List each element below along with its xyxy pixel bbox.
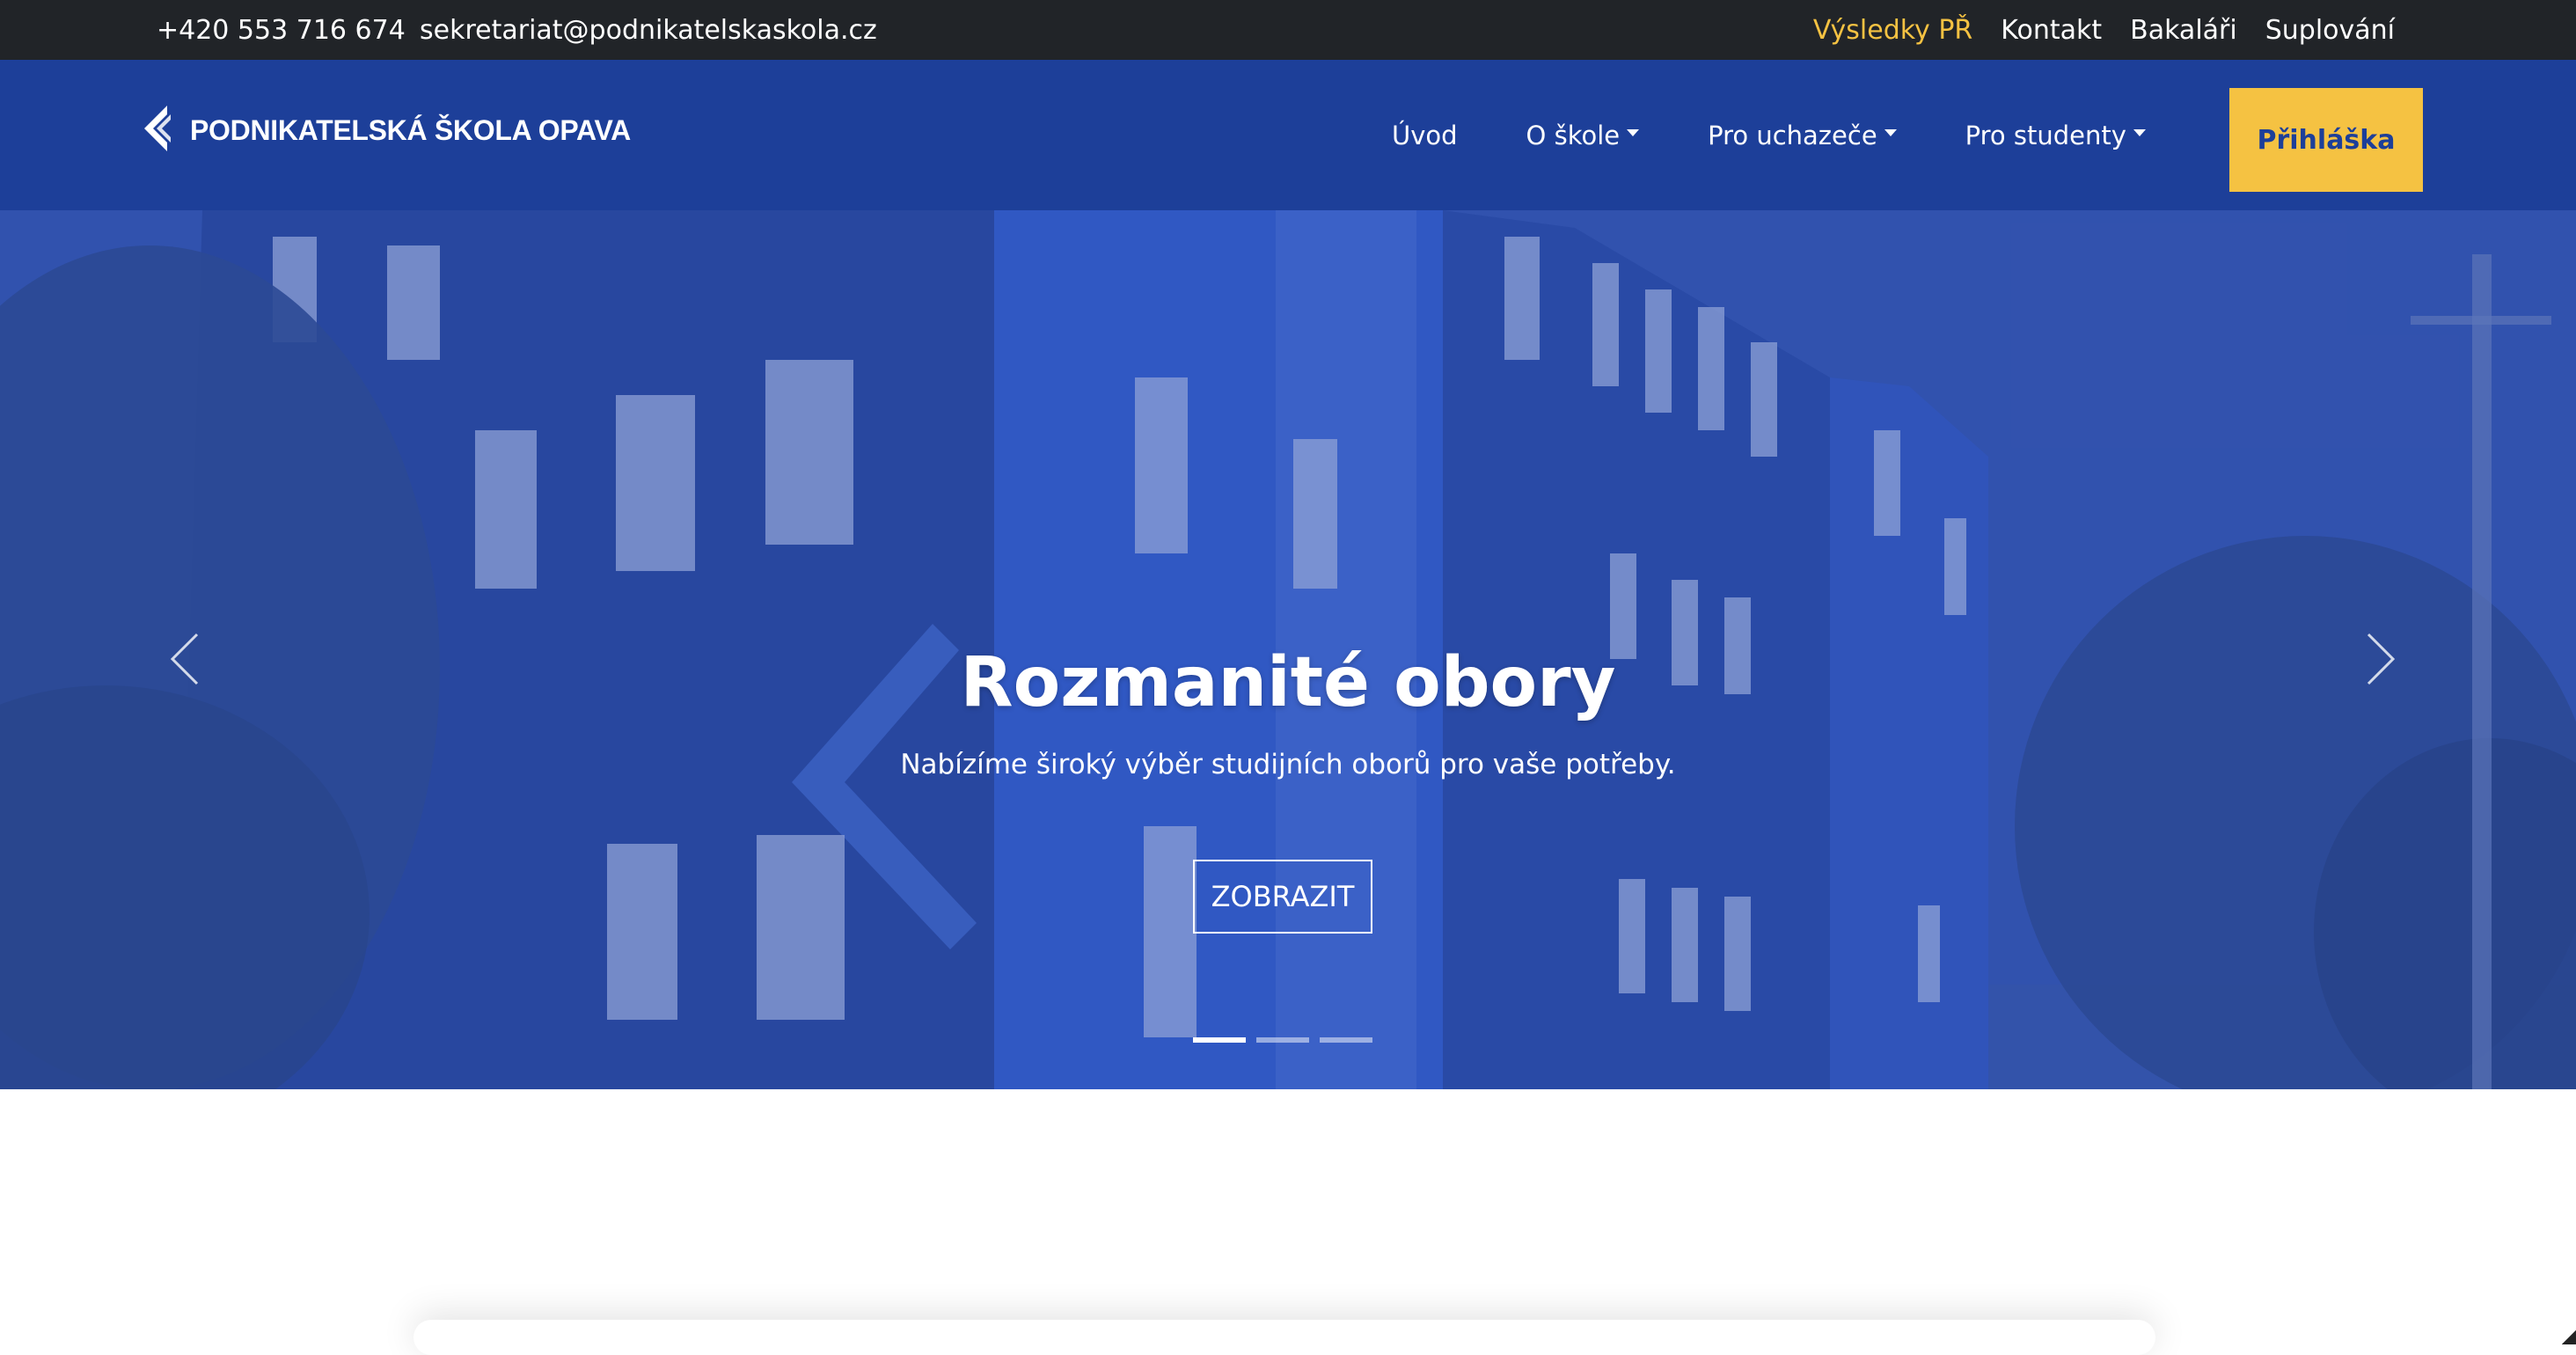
caret-down-icon (1627, 128, 1640, 136)
nav-item-o-skole[interactable]: O škole (1526, 121, 1640, 150)
caret-down-icon (1884, 128, 1897, 136)
nav-item-label: O škole (1526, 120, 1621, 150)
content-card-top (413, 1320, 2155, 1355)
top-contact-bar: +420 553 716 674 sekretariat@podnikatels… (0, 0, 2576, 60)
hero-title: Rozmanité obory (960, 643, 1616, 722)
top-link-kontakt[interactable]: Kontakt (2001, 15, 2102, 46)
hero-carousel: Rozmanité obory Nabízíme široký výběr st… (0, 210, 2576, 1089)
logo-text: PODNIKATELSKÁ ŠKOLA OPAVA (190, 114, 631, 146)
window-corner (2562, 1330, 2576, 1344)
school-logo[interactable]: PODNIKATELSKÁ ŠKOLA OPAVA (141, 99, 631, 161)
nav-item-label: Úvod (1392, 120, 1458, 150)
nav-item-label: Pro uchazeče (1708, 120, 1877, 150)
nav-item-pro-uchazece[interactable]: Pro uchazeče (1708, 121, 1897, 150)
nav-menu: Úvod O škole Pro uchazeče Pro studenty (1392, 60, 2214, 210)
nav-item-pro-studenty[interactable]: Pro studenty (1965, 121, 2146, 150)
apply-button[interactable]: Přihláška (2229, 88, 2423, 192)
top-link-suplovani[interactable]: Suplování (2265, 15, 2395, 46)
top-links: Výsledky PŘ Kontakt Bakaláři Suplování (1813, 0, 2395, 60)
caret-down-icon (2133, 128, 2146, 136)
carousel-indicators (1193, 1037, 1372, 1043)
nav-item-label: Pro studenty (1965, 120, 2126, 150)
diamond-arrow-logo-icon (144, 106, 171, 151)
carousel-indicator-2[interactable] (1256, 1037, 1309, 1043)
main-navbar: PODNIKATELSKÁ ŠKOLA OPAVA Úvod O škole P… (0, 60, 2576, 210)
top-link-bakalari[interactable]: Bakaláři (2130, 15, 2237, 46)
hero-subtitle: Nabízíme široký výběr studijních oborů p… (900, 749, 1676, 780)
email-link[interactable]: sekretariat@podnikatelskaskola.cz (420, 0, 877, 60)
top-link-vysledky[interactable]: Výsledky PŘ (1813, 15, 1972, 46)
hero-show-button[interactable]: ZOBRAZIT (1193, 860, 1372, 934)
carousel-indicator-3[interactable] (1320, 1037, 1372, 1043)
carousel-indicator-1[interactable] (1193, 1037, 1246, 1043)
phone-link[interactable]: +420 553 716 674 (157, 0, 406, 60)
nav-item-uvod[interactable]: Úvod (1392, 121, 1458, 150)
